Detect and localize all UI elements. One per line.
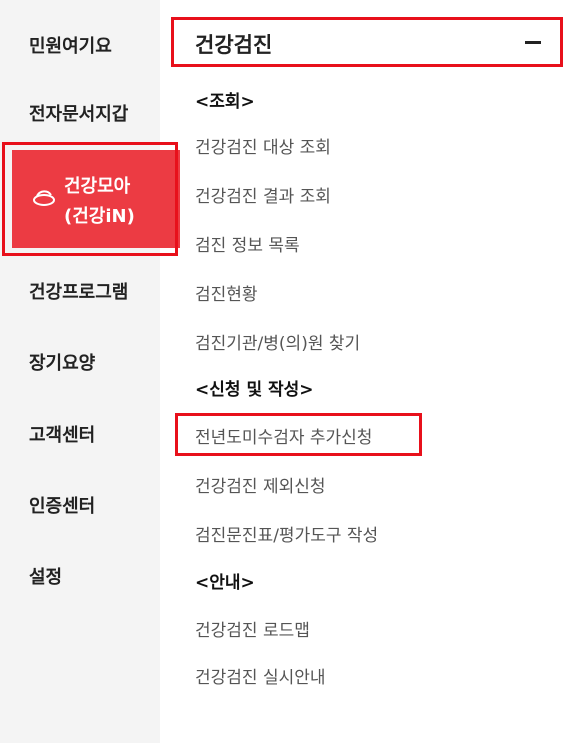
menu-link[interactable]: 건강검진 실시안내 (195, 663, 326, 688)
menu-link[interactable]: 검진 정보 목록 (195, 231, 300, 256)
sidebar-item-civil-service[interactable]: 민원여기요 (29, 32, 112, 58)
submenu-title[interactable]: 건강검진 (195, 29, 272, 59)
section-heading-application: <신청 및 작성> (195, 380, 314, 400)
sidebar-item-customer-center[interactable]: 고객센터 (29, 421, 95, 447)
menu-link[interactable]: 검진기관/병(의)원 찾기 (195, 329, 360, 354)
sidebar: 민원여기요 전자문서지갑 건강모아 (건강iN) 건강프로그램 장기요양 고객센… (0, 0, 180, 743)
sidebar-item-long-term-care[interactable]: 장기요양 (29, 349, 95, 375)
menu-link[interactable]: 건강검진 대상 조회 (195, 133, 331, 158)
menu-link[interactable]: 검진문진표/평가도구 작성 (195, 521, 378, 546)
sidebar-item-e-wallet[interactable]: 전자문서지갑 (29, 100, 128, 126)
minus-icon[interactable] (522, 32, 544, 54)
submenu-panel: 건강검진 <조회> 건강검진 대상 조회 건강검진 결과 조회 검진 정보 목록… (160, 0, 577, 743)
link-highlight-frame (175, 413, 422, 456)
menu-link[interactable]: 건강검진 결과 조회 (195, 182, 331, 207)
active-item-highlight-frame (2, 142, 178, 256)
sidebar-item-auth-center[interactable]: 인증센터 (29, 492, 95, 518)
sidebar-item-settings[interactable]: 설정 (29, 563, 62, 589)
section-heading-inquiry: <조회> (195, 92, 255, 112)
menu-link[interactable]: 검진현황 (195, 280, 258, 305)
section-heading-guide: <안내> (195, 573, 255, 593)
menu-link[interactable]: 건강검진 로드맵 (195, 616, 310, 641)
sidebar-item-health-program[interactable]: 건강프로그램 (29, 278, 128, 304)
menu-link[interactable]: 건강검진 제외신청 (195, 472, 326, 497)
